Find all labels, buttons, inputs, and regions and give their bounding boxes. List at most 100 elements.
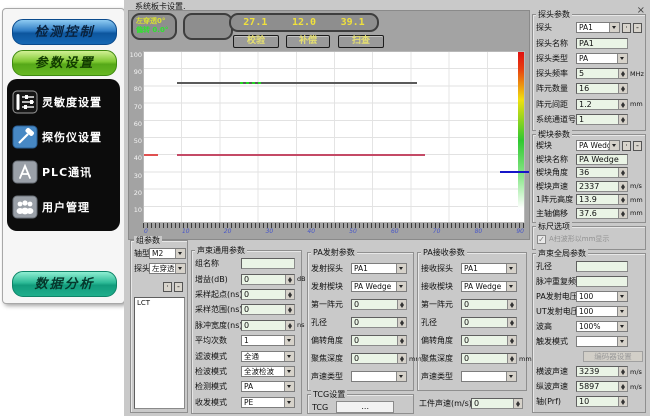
spinner-arrows[interactable] — [618, 382, 627, 391]
chevron-down-icon[interactable] — [284, 336, 294, 345]
spinner-arrows[interactable] — [285, 275, 294, 284]
chevron-down-icon[interactable] — [284, 398, 294, 407]
dropdown[interactable] — [461, 371, 517, 382]
beam-selector-pill[interactable]: 左穿透0° 偏转 0.0° — [131, 13, 177, 40]
spinner-arrows[interactable] — [618, 100, 627, 109]
chevron-down-icon[interactable] — [284, 367, 294, 376]
spinner-arrows[interactable] — [397, 354, 406, 363]
tcg-settings-button[interactable]: ... — [336, 401, 394, 413]
spinner-field[interactable]: 0 — [241, 320, 295, 331]
spinner-field[interactable]: 1 — [576, 114, 628, 125]
spinner-arrows[interactable] — [285, 321, 294, 330]
data-analysis-button[interactable]: 数据分析 — [12, 271, 117, 297]
chevron-down-icon[interactable] — [175, 249, 185, 258]
spinner-field[interactable]: 3239 — [576, 366, 628, 377]
spinner-arrows[interactable] — [618, 195, 627, 204]
chevron-down-icon[interactable] — [609, 23, 619, 32]
sidebar-item-user-management[interactable]: 用户管理 — [7, 189, 120, 224]
spinner-arrows[interactable] — [397, 300, 406, 309]
dropdown[interactable]: 100 — [576, 306, 628, 317]
spinner-arrows[interactable] — [397, 318, 406, 327]
dropdown[interactable]: 100% — [576, 321, 628, 332]
ascan-plot[interactable] — [143, 51, 525, 223]
text-input[interactable] — [576, 261, 628, 272]
dropdown[interactable]: 全波检波 — [241, 366, 295, 377]
dropdown[interactable]: PA — [576, 53, 628, 64]
dropdown[interactable]: 100 — [576, 291, 628, 302]
spinner-field[interactable]: 0 — [461, 299, 517, 310]
spinner-field[interactable]: 2337 — [576, 181, 628, 192]
spinner-field[interactable]: 0 — [471, 398, 523, 409]
spinner-field[interactable]: 0 — [461, 335, 517, 346]
ruler-checkbox[interactable]: ✓ — [537, 235, 546, 244]
spinner-arrows[interactable] — [397, 336, 406, 345]
dropdown[interactable]: PA1 — [351, 263, 407, 274]
spinner-field[interactable]: 0 — [351, 335, 407, 346]
list-item[interactable]: LCT — [135, 298, 184, 308]
spinner-arrows[interactable] — [618, 84, 627, 93]
chevron-down-icon[interactable] — [617, 307, 627, 316]
spinner-field[interactable]: 16 — [576, 83, 628, 94]
spinner-field[interactable]: 37.6 — [576, 208, 628, 219]
dropdown[interactable]: 全通 — [241, 351, 295, 362]
dropdown[interactable] — [351, 371, 407, 382]
spinner-field[interactable]: 36 — [576, 167, 628, 178]
remove-group-button[interactable]: - — [174, 282, 183, 292]
dropdown[interactable]: PA Wedge — [576, 140, 620, 151]
remove-button[interactable]: - — [633, 23, 642, 33]
dropdown[interactable]: PA — [241, 381, 295, 392]
spinner-field[interactable]: 10 — [576, 396, 628, 407]
text-input[interactable] — [576, 276, 628, 287]
spinner-arrows[interactable] — [507, 354, 516, 363]
chevron-down-icon[interactable] — [506, 264, 516, 273]
spinner-field[interactable]: 5 — [576, 68, 628, 79]
spinner-arrows[interactable] — [618, 115, 627, 124]
spinner-arrows[interactable] — [618, 182, 627, 191]
spinner-field[interactable]: 0 — [351, 317, 407, 328]
spinner-field[interactable]: 0 — [241, 289, 295, 300]
dropdown[interactable]: PA Wedge — [351, 281, 407, 292]
chevron-down-icon[interactable] — [396, 282, 406, 291]
cursor-line[interactable] — [500, 171, 529, 173]
dropdown[interactable]: PA1 — [576, 22, 620, 33]
dropdown[interactable]: 1 — [241, 335, 295, 346]
add-button[interactable]: · — [622, 23, 631, 33]
dropdown[interactable]: PE — [241, 397, 295, 408]
chevron-down-icon[interactable] — [617, 54, 627, 63]
spinner-arrows[interactable] — [285, 305, 294, 314]
empty-pill[interactable] — [183, 13, 233, 40]
dropdown[interactable]: PA1 — [461, 263, 517, 274]
dropdown[interactable] — [576, 336, 628, 347]
remove-button[interactable]: - — [633, 141, 642, 151]
spinner-arrows[interactable] — [513, 399, 522, 408]
chevron-down-icon[interactable] — [617, 292, 627, 301]
add-group-button[interactable]: · — [163, 282, 172, 292]
spinner-field[interactable]: 0 — [351, 299, 407, 310]
encoder-settings-button[interactable]: 编码器设置 — [583, 351, 643, 362]
spinner-field[interactable]: 5897 — [576, 381, 628, 392]
spinner-field[interactable]: 0 — [461, 317, 517, 328]
chevron-down-icon[interactable] — [396, 372, 406, 381]
detection-control-button[interactable]: 检测控制 — [12, 19, 117, 45]
sidebar-item-sensitivity[interactable]: 灵敏度设置 — [7, 84, 120, 119]
chevron-down-icon[interactable] — [396, 264, 406, 273]
spinner-arrows[interactable] — [507, 318, 516, 327]
sidebar-item-flaw-detector[interactable]: 探伤仪设置 — [7, 119, 120, 154]
spinner-arrows[interactable] — [618, 209, 627, 218]
compensate-button[interactable]: 补偿 — [286, 35, 330, 48]
spinner-field[interactable]: 13.9 — [576, 194, 628, 205]
chevron-down-icon[interactable] — [506, 282, 516, 291]
dropdown[interactable]: PA Wedge — [461, 281, 517, 292]
spinner-arrows[interactable] — [618, 168, 627, 177]
text-input[interactable] — [241, 258, 295, 269]
spinner-arrows[interactable] — [285, 290, 294, 299]
chevron-down-icon[interactable] — [609, 141, 619, 150]
chevron-down-icon[interactable] — [284, 382, 294, 391]
add-button[interactable]: · — [622, 141, 631, 151]
gate-b-line[interactable] — [177, 82, 417, 84]
spinner-field[interactable]: 0 — [241, 304, 295, 315]
parameter-settings-button[interactable]: 参数设置 — [12, 50, 117, 76]
group-list[interactable]: LCT — [134, 297, 185, 409]
calibrate-button[interactable]: 校验 — [233, 35, 279, 48]
chevron-down-icon[interactable] — [175, 264, 185, 273]
